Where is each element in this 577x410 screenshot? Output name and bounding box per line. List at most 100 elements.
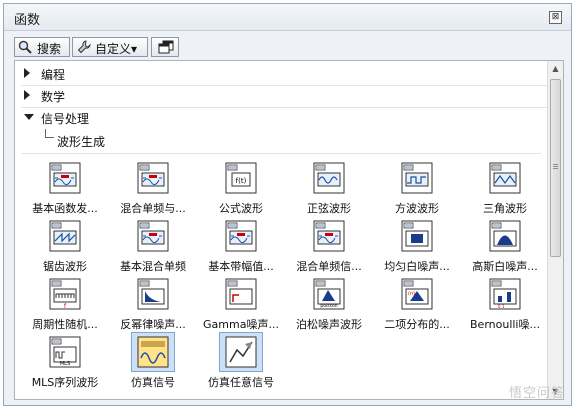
sine-waveform-icon[interactable]	[313, 162, 345, 194]
vertical-scrollbar[interactable]: ▲ ▼	[547, 61, 563, 399]
palette-vi-label: 混合单频信...	[296, 260, 362, 273]
gaussian-white-noise-icon[interactable]	[489, 220, 521, 252]
palette-vi-item[interactable]: 高斯白噪声...	[461, 216, 549, 274]
palette-vi-item[interactable]: 0 1 Bernoulli噪...	[461, 274, 549, 332]
mixed-single-tone-icon[interactable]	[137, 162, 169, 194]
grip-line	[553, 168, 558, 169]
periodic-random-noise-icon[interactable]: f	[49, 278, 81, 310]
wrench-icon	[77, 40, 91, 54]
palette-vi-label: 反幂律噪声...	[120, 318, 186, 331]
binomial-noise-icon[interactable]: (n)	[401, 278, 433, 310]
category-programming[interactable]: 编程	[21, 63, 547, 86]
vi-icon-grid: 基本函数发... 混合单频与... f(t) 公式波形 正弦波形 方波波形 三角波形锯齿波形…	[21, 153, 541, 394]
customize-button[interactable]: 自定义▾	[72, 37, 148, 57]
palette-vi-label: 基本混合单频	[120, 260, 186, 273]
sawtooth-waveform-icon[interactable]	[49, 220, 81, 252]
palette-vi-label: MLS序列波形	[31, 376, 99, 389]
title-bar[interactable]: 函数 ⊠	[4, 4, 571, 31]
category-signal-processing[interactable]: 信号处理	[21, 107, 547, 129]
palette-vi-label: 泊松噪声波形	[296, 318, 362, 331]
palette-vi-item[interactable]: f(t) 公式波形	[197, 158, 285, 216]
basic-multitone-icon[interactable]	[137, 220, 169, 252]
palette-vi-label: 基本函数发...	[32, 202, 98, 215]
svg-text:MLS: MLS	[60, 361, 70, 367]
svg-text:(n): (n)	[408, 291, 415, 297]
simulate-signal-icon[interactable]	[137, 336, 169, 368]
palette-vi-label: 二项分布的...	[384, 318, 450, 331]
palette-vi-item[interactable]: 反幂律噪声...	[109, 274, 197, 332]
palette-vi-item[interactable]: MLS MLS序列波形	[21, 332, 109, 390]
palette-vi-label: 三角波形	[483, 202, 527, 215]
palette-vi-item[interactable]: 三角波形	[461, 158, 549, 216]
palette-vi-label: 方波波形	[395, 202, 439, 215]
basic-amplitude-icon[interactable]	[225, 220, 257, 252]
basic-function-icon[interactable]	[49, 162, 81, 194]
palette-vi-label: 高斯白噪声...	[472, 260, 538, 273]
search-button-label: 搜索	[37, 42, 62, 56]
palette-vi-label: Gamma噪声...	[203, 318, 279, 331]
palette-vi-item[interactable]: 基本混合单频	[109, 216, 197, 274]
palette-vi-label: 混合单频与...	[120, 202, 186, 215]
palette-vi-label: 正弦波形	[307, 202, 351, 215]
collapse-arrow-icon[interactable]	[24, 114, 34, 120]
palette-vi-item[interactable]: 基本带幅值...	[197, 216, 285, 274]
palette-vi-label: 仿真信号	[131, 376, 175, 389]
watermark: 悟空问答	[508, 386, 565, 401]
search-icon	[18, 40, 32, 54]
search-button[interactable]: 搜索	[14, 37, 70, 57]
category-label: 编程	[41, 68, 66, 82]
formula-waveform-icon[interactable]: f(t)	[225, 162, 257, 194]
palette-vi-item[interactable]: 仿真信号	[109, 332, 197, 390]
inverse-power-noise-icon[interactable]	[137, 278, 169, 310]
palette-vi-item[interactable]: 混合单频信...	[285, 216, 373, 274]
scroll-up-arrow-icon[interactable]: ▲	[548, 61, 563, 76]
gamma-noise-icon[interactable]	[225, 278, 257, 310]
palette-vi-label: Bernoulli噪...	[470, 318, 540, 331]
palette-vi-label: 周期性随机...	[32, 318, 98, 331]
expand-arrow-icon[interactable]	[24, 68, 30, 78]
palette-vi-label: 公式波形	[219, 202, 263, 215]
palette-vi-label: 基本带幅值...	[208, 260, 274, 273]
tree-connector	[45, 129, 54, 138]
palette-vi-item[interactable]: 基本函数发...	[21, 158, 109, 216]
window-stack-icon	[158, 40, 174, 54]
palette-vi-item[interactable]: f 周期性随机...	[21, 274, 109, 332]
scroll-thumb[interactable]	[550, 79, 561, 257]
uniform-white-noise-icon[interactable]	[401, 220, 433, 252]
palette-vi-item[interactable]: 仿真任意信号	[197, 332, 285, 390]
palette-vi-item[interactable]: 锯齿波形	[21, 216, 109, 274]
palette-vi-item[interactable]: 正弦波形	[285, 158, 373, 216]
triangle-waveform-icon[interactable]	[489, 162, 521, 194]
palette-panel: 编程 数学 信号处理 波形生成 基本函数发... 混合单频与... f(t) 公式波形…	[14, 60, 564, 400]
window-title: 函数	[14, 13, 41, 28]
mls-sequence-icon[interactable]: MLS	[49, 336, 81, 368]
svg-text:f(t): f(t)	[236, 177, 247, 185]
poisson-noise-icon[interactable]: poisson	[313, 278, 345, 310]
category-mathematics[interactable]: 数学	[21, 85, 547, 108]
palette-vi-item[interactable]: Gamma噪声...	[197, 274, 285, 332]
palette-vi-item[interactable]: (n) 二项分布的...	[373, 274, 461, 332]
category-label: 数学	[41, 90, 66, 104]
palette-vi-item[interactable]: 混合单频与...	[109, 158, 197, 216]
expand-arrow-icon[interactable]	[24, 90, 30, 100]
functions-palette-window: 函数 ⊠ 搜索 自定义▾ 编程 数学 信号处理 波形生成 基本函数发... 混合…	[3, 3, 572, 406]
subcategory-waveform-generation[interactable]: 波形生成	[57, 133, 105, 150]
palette-vi-label: 仿真任意信号	[208, 376, 274, 389]
customize-button-label: 自定义▾	[95, 42, 138, 56]
restore-palette-button[interactable]	[151, 37, 179, 57]
palette-vi-item[interactable]: 方波波形	[373, 158, 461, 216]
palette-vi-label: 锯齿波形	[43, 260, 87, 273]
svg-text:poisson: poisson	[320, 303, 337, 309]
svg-text:0 1: 0 1	[498, 304, 505, 309]
palette-vi-item[interactable]: poisson 泊松噪声波形	[285, 274, 373, 332]
grip-line	[553, 166, 558, 167]
grip-line	[553, 164, 558, 165]
palette-vi-item[interactable]: 均匀白噪声...	[373, 216, 461, 274]
close-icon[interactable]: ⊠	[549, 11, 562, 24]
simulate-arbitrary-icon[interactable]	[225, 336, 257, 368]
square-waveform-icon[interactable]	[401, 162, 433, 194]
category-label: 信号处理	[41, 112, 90, 126]
palette-vi-label: 均匀白噪声...	[384, 260, 450, 273]
bernoulli-noise-icon[interactable]: 0 1	[489, 278, 521, 310]
multitone-signal-icon[interactable]	[313, 220, 345, 252]
